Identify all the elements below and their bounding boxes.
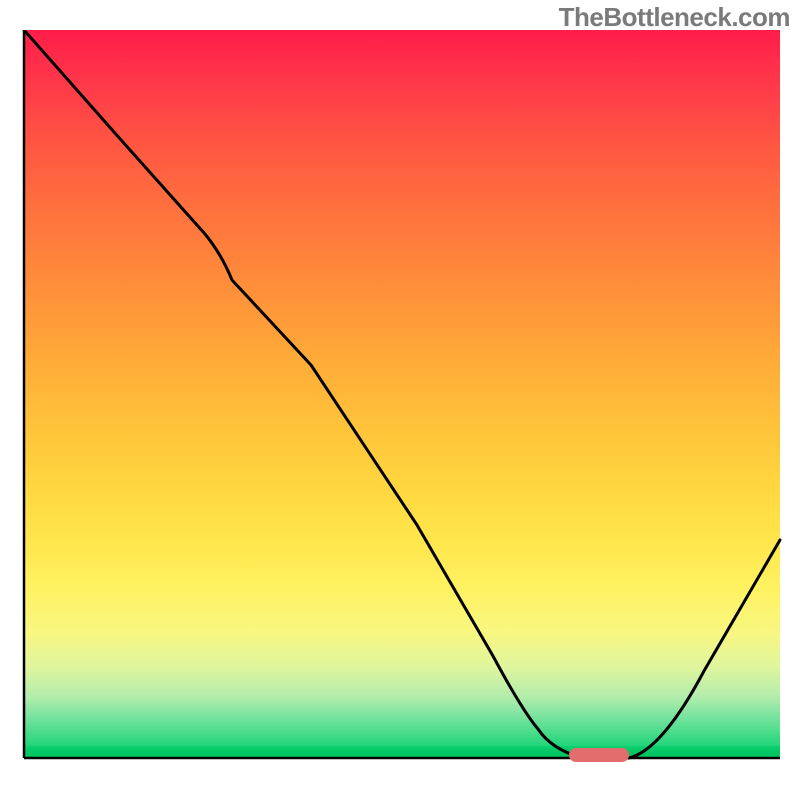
chart-svg xyxy=(22,30,782,786)
chart-container: TheBottleneck.com xyxy=(0,0,800,800)
plot-area xyxy=(22,30,782,786)
bottleneck-curve xyxy=(24,30,780,758)
watermark-text: TheBottleneck.com xyxy=(559,2,790,33)
optimal-marker xyxy=(569,748,629,762)
